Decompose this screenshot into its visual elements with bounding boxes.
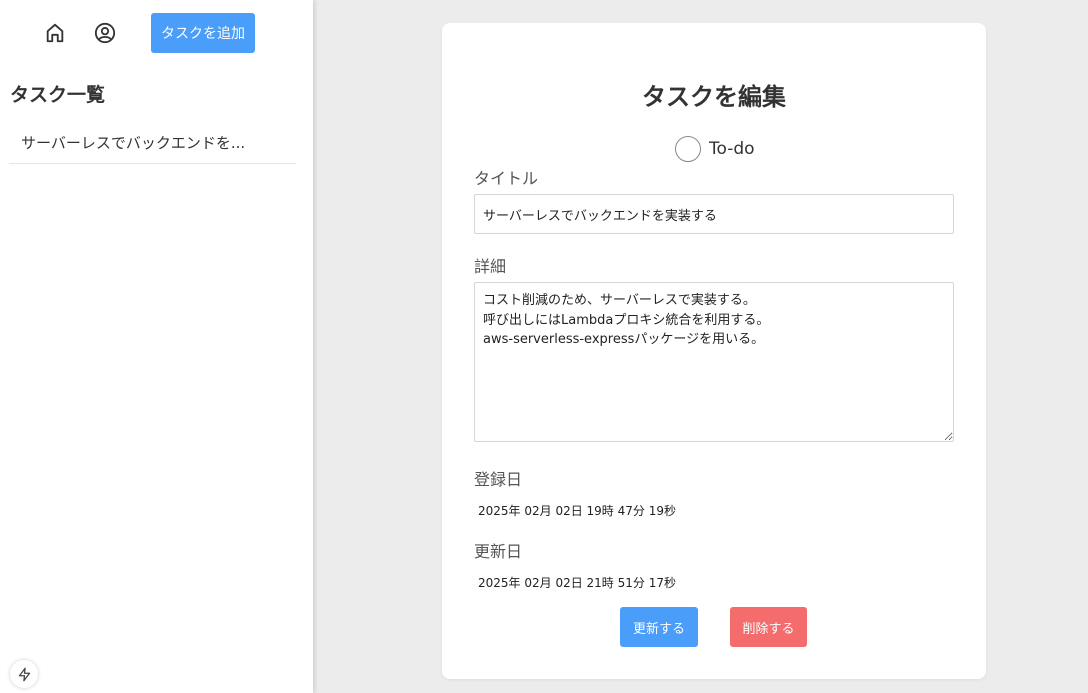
update-button[interactable]: 更新する bbox=[620, 607, 698, 647]
sidebar-toolbar: タスクを追加 bbox=[0, 0, 313, 66]
title-field-label: タイトル bbox=[474, 169, 539, 188]
detail-textarea[interactable]: コスト削減のため、サーバーレスで実装する。 呼び出しにはLambdaプロキシ統合… bbox=[474, 282, 954, 442]
status-toggle[interactable] bbox=[675, 136, 701, 162]
created-date-label: 登録日 bbox=[474, 470, 523, 489]
add-task-button[interactable]: タスクを追加 bbox=[151, 13, 255, 53]
home-icon[interactable] bbox=[40, 18, 70, 48]
title-input[interactable] bbox=[474, 194, 954, 234]
detail-field-label: 詳細 bbox=[474, 257, 507, 276]
bolt-icon[interactable] bbox=[10, 660, 38, 688]
user-circle-icon[interactable] bbox=[90, 18, 120, 48]
updated-date-label: 更新日 bbox=[474, 542, 523, 561]
created-date-value: 2025年 02月 02日 19時 47分 19秒 bbox=[478, 504, 676, 518]
status-label: To-do bbox=[709, 139, 755, 159]
sidebar: タスクを追加 タスク一覧 サーバーレスでバックエンドを... bbox=[0, 0, 313, 693]
page-title: タスクを編集 bbox=[642, 83, 786, 111]
edit-task-card: タスクを編集 To-do タイトル 詳細 コスト削減のため、サーバーレスで実装す… bbox=[442, 23, 986, 679]
delete-button[interactable]: 削除する bbox=[730, 607, 807, 647]
task-list-item[interactable]: サーバーレスでバックエンドを... bbox=[9, 123, 296, 164]
updated-date-value: 2025年 02月 02日 21時 51分 17秒 bbox=[478, 576, 676, 590]
task-list-title: タスク一覧 bbox=[10, 84, 106, 106]
